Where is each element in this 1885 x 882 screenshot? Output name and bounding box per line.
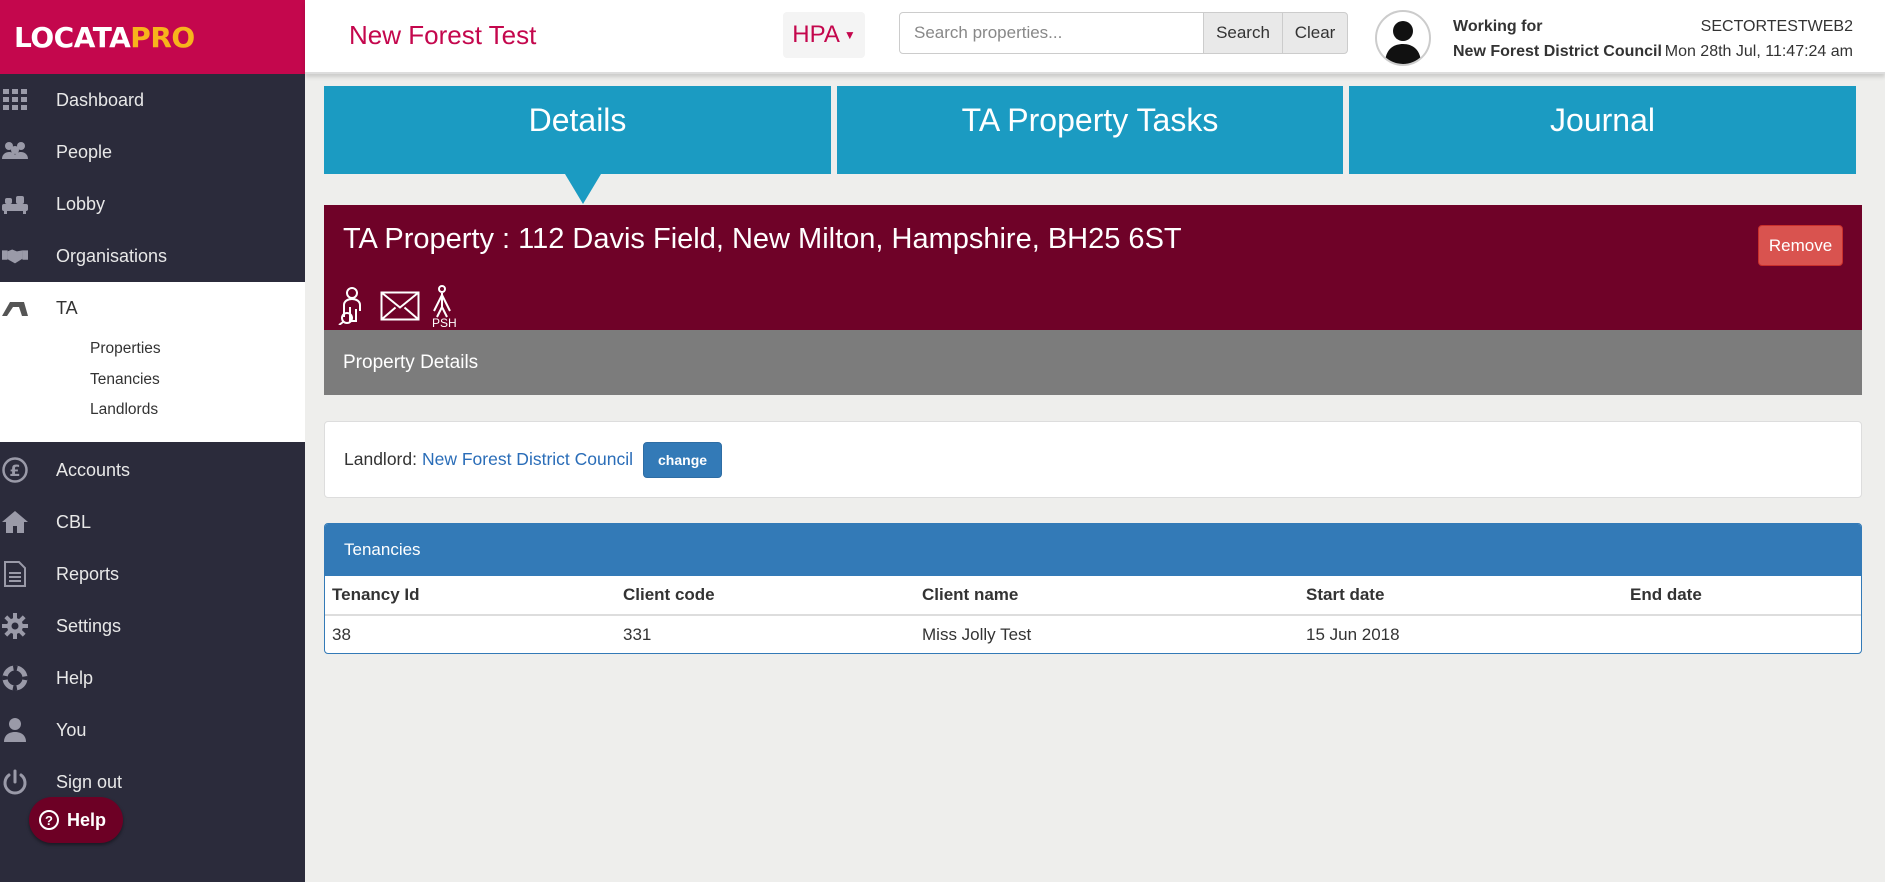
psh-icon[interactable]: PSH [430, 285, 460, 334]
sidebar-item-lobby[interactable]: Lobby [0, 178, 305, 230]
logo-text-pro: PRO [130, 20, 195, 54]
house-icon [2, 509, 28, 535]
working-for-label: Working for [1453, 18, 1543, 35]
sidebar-item-label: Accounts [56, 459, 131, 480]
active-tab-pointer [565, 174, 601, 204]
question-icon: ? [39, 810, 59, 830]
column-header: Tenancy Id [325, 576, 616, 616]
caret-down-icon: ▼ [843, 28, 856, 42]
remove-button[interactable]: Remove [1758, 225, 1843, 266]
sidebar-subitem-landlords[interactable]: Landlords [90, 395, 305, 426]
user-silhouette-icon [1385, 21, 1421, 64]
handshake-icon [2, 243, 28, 269]
sidebar-subitem-properties[interactable]: Properties [90, 334, 305, 365]
sidebar-item-label: Settings [56, 615, 122, 636]
tenancy-id-cell: 38 [332, 624, 351, 644]
tab-journal[interactable]: Journal [1349, 86, 1856, 174]
sidebar-item-label: Sign out [56, 771, 123, 792]
sidebar-item-people[interactable]: People [0, 126, 305, 178]
envelope-icon[interactable] [380, 291, 420, 326]
landlord-label: Landlord: [344, 449, 417, 469]
start-date-cell: 15 Jun 2018 [1306, 624, 1400, 644]
landlord-panel: Landlord: New Forest District Council ch… [324, 421, 1862, 498]
document-icon [2, 561, 28, 587]
locata-pro-logo[interactable]: LOCATA PRO [0, 0, 305, 74]
sidebar-subitem-tenancies[interactable]: Tenancies [90, 365, 305, 396]
avatar[interactable] [1375, 10, 1431, 66]
people-icon [2, 139, 28, 165]
client-name-cell: Miss Jolly Test [922, 624, 1032, 644]
sidebar-item-label: CBL [56, 511, 92, 532]
table-header-row: Tenancy Id Client code Client name Start… [325, 576, 1861, 616]
ta-icon [2, 295, 28, 321]
property-details-heading: Property Details [324, 330, 1862, 395]
lifebuoy-icon [2, 665, 28, 691]
sidebar-item-label: Reports [56, 563, 120, 584]
search-input[interactable] [899, 12, 1209, 54]
landlord-link[interactable]: New Forest District Council [422, 449, 633, 470]
grid-icon [2, 87, 28, 113]
power-icon [2, 769, 28, 795]
help-pill-label: Help [67, 809, 107, 830]
site-title: New Forest Test [349, 20, 537, 50]
sidebar-item-label: You [56, 719, 87, 740]
person-search-icon[interactable] [336, 287, 370, 330]
sidebar-item-reports[interactable]: Reports [0, 548, 305, 600]
pound-icon: £ [2, 457, 28, 483]
logo-text-locata: LOCATA [14, 20, 131, 54]
tab-details[interactable]: Details [324, 86, 831, 174]
property-title: TA Property : 112 Davis Field, New Milto… [343, 223, 1182, 255]
working-for: Working for New Forest District Council [1453, 14, 1662, 64]
search-button[interactable]: Search [1203, 12, 1283, 54]
username: SECTORTESTWEB2 [1700, 18, 1853, 35]
user-meta: SECTORTESTWEB2 Mon 28th Jul, 11:47:24 am [1665, 14, 1853, 64]
sidebar-item-settings[interactable]: Settings [0, 600, 305, 652]
user-icon [2, 717, 28, 743]
sidebar-item-label: Dashboard [56, 89, 145, 110]
table-row[interactable]: 38 331 Miss Jolly Test 15 Jun 2018 [325, 615, 1861, 653]
tab-ta-property-tasks[interactable]: TA Property Tasks [837, 86, 1343, 174]
top-header: New Forest Test HPA ▼ Search Clear Worki… [305, 0, 1885, 74]
sidebar-item-you[interactable]: You [0, 704, 305, 756]
sidebar-item-label: People [56, 141, 113, 162]
sidebar-item-organisations[interactable]: Organisations [0, 230, 305, 282]
help-floating-button[interactable]: ? Help [29, 797, 123, 843]
column-header: Client name [915, 576, 1299, 616]
column-header: Start date [1299, 576, 1623, 616]
tenancies-panel: Tenancies Tenancy Id Client code Client … [324, 523, 1862, 654]
change-landlord-button[interactable]: change [643, 441, 723, 478]
module-dropdown[interactable]: HPA ▼ [783, 12, 865, 58]
sidebar-item-ta[interactable]: TA [0, 282, 305, 334]
psh-label: PSH [432, 316, 457, 329]
current-datetime: Mon 28th Jul, 11:47:24 am [1664, 43, 1853, 60]
sidebar: LOCATA PRO Dashboard People Lobby Organis… [0, 0, 305, 882]
column-header: Client code [616, 576, 915, 616]
sidebar-item-label: Help [56, 667, 94, 688]
lobby-icon [2, 191, 28, 217]
property-header: TA Property : 112 Davis Field, New Milto… [324, 205, 1862, 330]
tenancies-table: Tenancy Id Client code Client name Start… [325, 576, 1861, 653]
end-date-cell [1623, 615, 1861, 653]
sidebar-item-label: Lobby [56, 193, 106, 214]
client-code-cell: 331 [623, 624, 652, 644]
module-dropdown-label: HPA [792, 21, 840, 48]
organisation-name: New Forest District Council [1453, 43, 1662, 60]
gear-icon [2, 613, 28, 639]
tenancies-title: Tenancies [325, 524, 1861, 576]
sidebar-ta-section: TA Properties Tenancies Landlords [0, 282, 305, 442]
sidebar-item-label: Organisations [56, 245, 168, 266]
sidebar-item-accounts[interactable]: £ Accounts [0, 444, 305, 496]
sidebar-item-dashboard[interactable]: Dashboard [0, 74, 305, 126]
svg-text:£: £ [9, 461, 20, 480]
clear-button[interactable]: Clear [1282, 12, 1348, 54]
column-header: End date [1623, 576, 1861, 616]
sidebar-item-help[interactable]: Help [0, 652, 305, 704]
sidebar-item-label: TA [56, 297, 78, 318]
sidebar-item-cbl[interactable]: CBL [0, 496, 305, 548]
